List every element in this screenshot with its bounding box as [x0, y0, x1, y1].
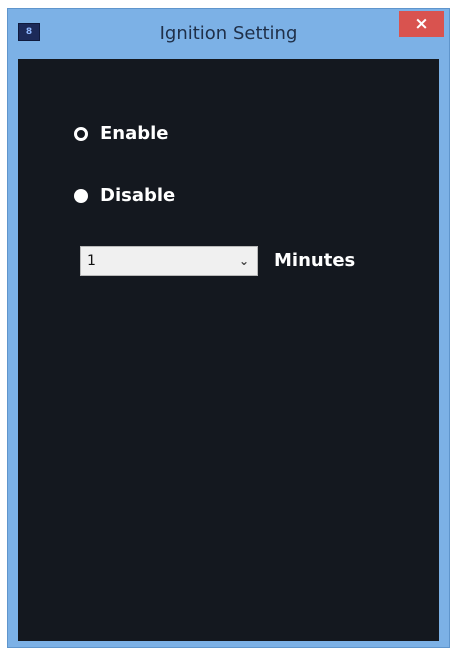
- close-button[interactable]: ×: [399, 11, 444, 37]
- duration-select[interactable]: 1 ⌄: [80, 246, 258, 276]
- title-bar: 8 Ignition Setting ×: [8, 9, 449, 61]
- chevron-down-icon: ⌄: [238, 254, 249, 268]
- ignition-setting-window: 8 Ignition Setting × Enable Disable 1 ⌄ …: [7, 8, 450, 648]
- minutes-label: Minutes: [274, 250, 356, 271]
- disable-radio-icon[interactable]: [74, 188, 88, 203]
- disable-label: Disable: [100, 185, 176, 206]
- disable-option[interactable]: Disable: [74, 185, 175, 206]
- enable-radio-icon[interactable]: [74, 126, 88, 141]
- duration-select-value: 1: [87, 253, 96, 269]
- window-title: Ignition Setting: [159, 23, 298, 44]
- enable-label: Enable: [100, 123, 169, 144]
- window-content: Enable Disable 1 ⌄ Minutes: [18, 59, 439, 641]
- enable-option[interactable]: Enable: [74, 123, 169, 144]
